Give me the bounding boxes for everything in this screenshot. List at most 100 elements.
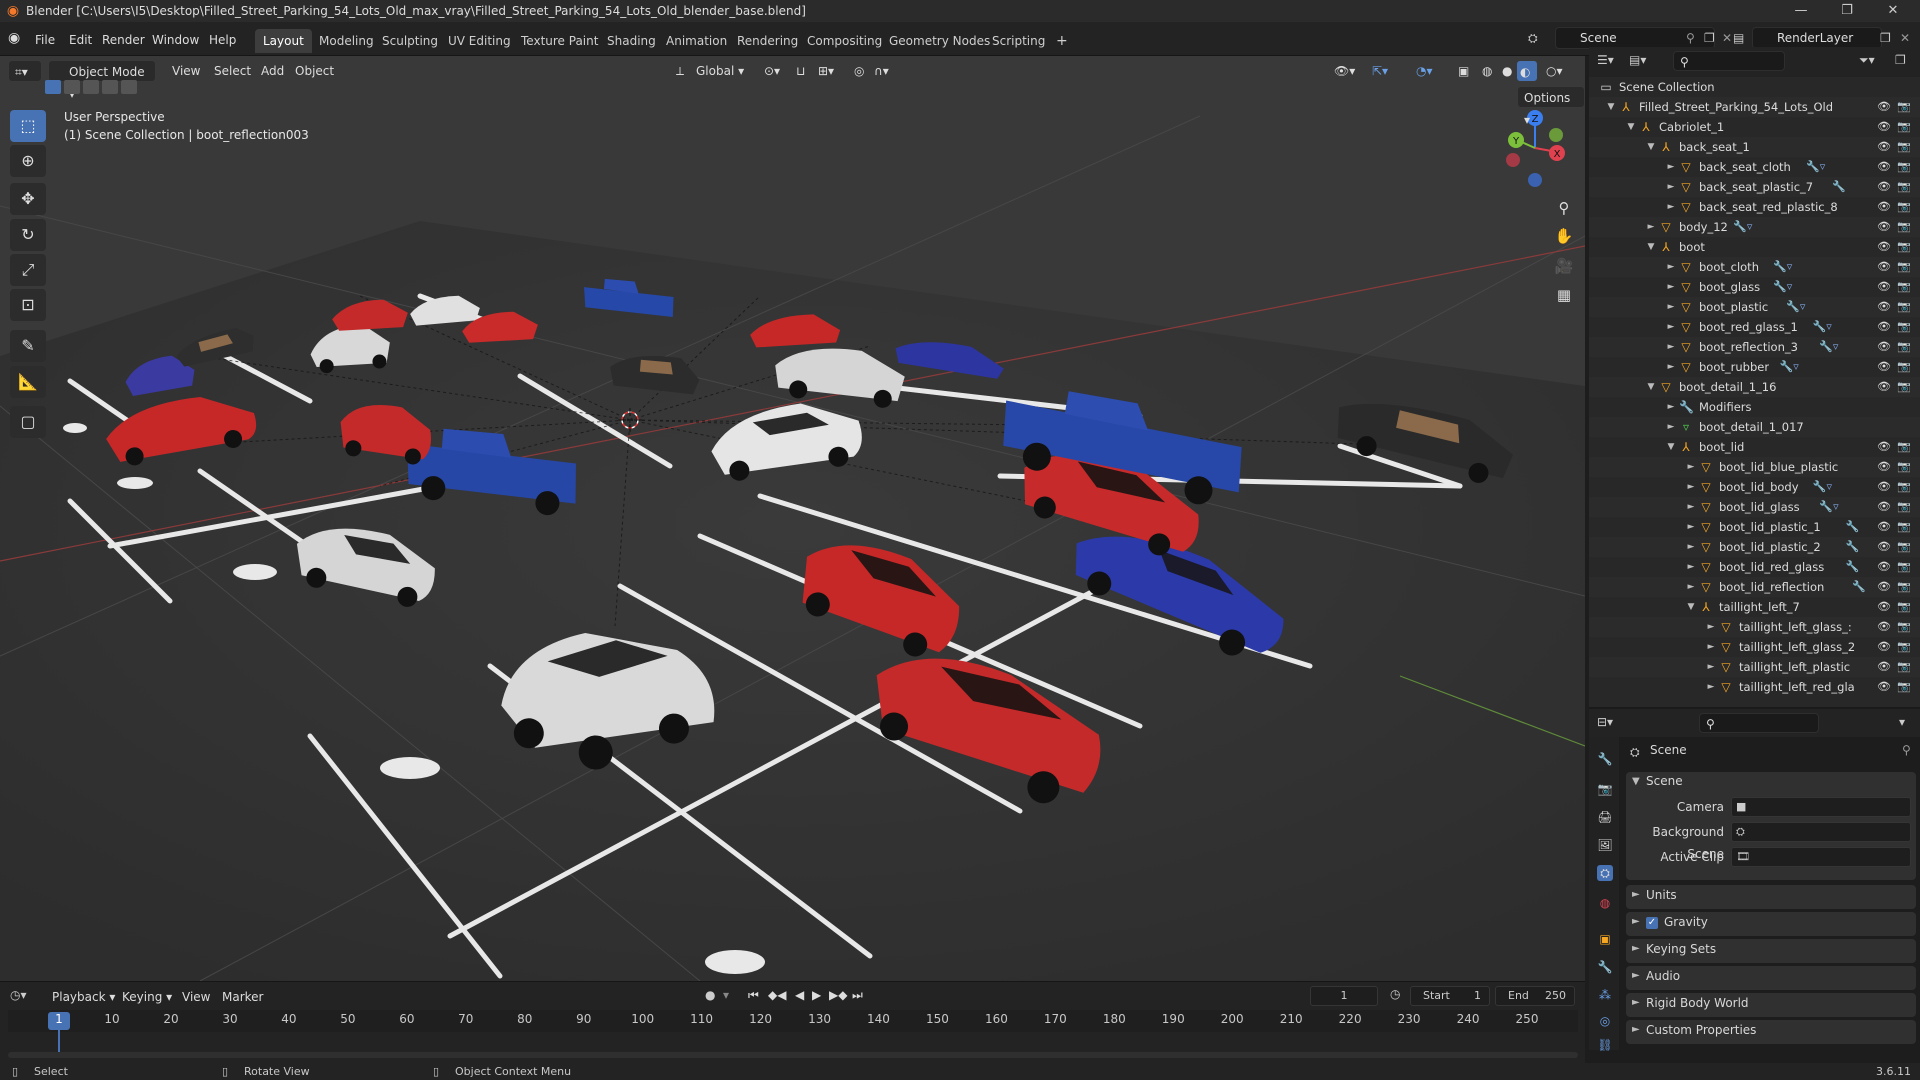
snap-target-icon[interactable]: ⊞▾ bbox=[812, 60, 840, 82]
camera-field[interactable]: ■ bbox=[1731, 797, 1911, 817]
outliner-row[interactable]: ► ▽ boot_reflection_3 🔧▿ 👁 📷 bbox=[1589, 337, 1920, 357]
tab-constraints-icon[interactable]: ⛓ bbox=[1597, 1037, 1613, 1053]
render-camera-icon[interactable]: 📷 bbox=[1897, 657, 1911, 677]
visibility-icon[interactable]: 👁▾ bbox=[1328, 60, 1361, 82]
outliner-row[interactable]: ► ▽ boot_cloth 🔧▿ 👁 📷 bbox=[1589, 257, 1920, 277]
render-camera-icon[interactable]: 📷 bbox=[1897, 277, 1911, 297]
outliner-row[interactable]: ► ▽ boot_lid_plastic_2 🔧 👁 📷 bbox=[1589, 537, 1920, 557]
tab-tool-icon[interactable]: 🔧 bbox=[1597, 751, 1613, 767]
chevron-right-icon[interactable]: ► bbox=[1665, 297, 1677, 317]
mode-selector[interactable]: Object Mode ▾ bbox=[48, 60, 156, 101]
render-camera-icon[interactable]: 📷 bbox=[1897, 337, 1911, 357]
transform-orientation-dropdown[interactable]: Global ▾ bbox=[690, 60, 750, 82]
modifier-icon[interactable]: 🔧▿ bbox=[1773, 277, 1792, 297]
blender-menu-icon[interactable]: ◉ bbox=[8, 30, 20, 46]
render-camera-icon[interactable]: 📷 bbox=[1897, 317, 1911, 337]
chevron-down-icon[interactable]: ▼ bbox=[1645, 137, 1657, 157]
render-camera-icon[interactable]: 📷 bbox=[1897, 537, 1911, 557]
delete-layer-icon[interactable]: ✕ bbox=[1900, 31, 1910, 45]
scene-panel-chevron-icon[interactable]: ▼ bbox=[1632, 776, 1640, 787]
chevron-right-icon[interactable]: ► bbox=[1705, 617, 1717, 637]
render-camera-icon[interactable]: 📷 bbox=[1897, 257, 1911, 277]
outliner-row[interactable]: ► ▽ taillight_left_glass_: 👁 📷 bbox=[1589, 617, 1920, 637]
chevron-down-icon[interactable]: ▼ bbox=[1685, 597, 1697, 617]
tab-layout[interactable]: Layout bbox=[255, 29, 312, 53]
select-mode-intersect-icon[interactable] bbox=[121, 80, 137, 94]
falloff-icon[interactable]: ∩▾ bbox=[868, 60, 895, 82]
render-camera-icon[interactable]: 📷 bbox=[1897, 477, 1911, 497]
visibility-eye-icon[interactable]: 👁 bbox=[1877, 557, 1891, 577]
visibility-eye-icon[interactable]: 👁 bbox=[1877, 257, 1891, 277]
pin-icon[interactable]: ⚲ bbox=[1902, 743, 1911, 757]
outliner-row[interactable]: ▭ Scene Collection bbox=[1589, 77, 1920, 97]
preview-range-icon[interactable]: ◷ bbox=[1390, 987, 1400, 1001]
tab-rendering[interactable]: Rendering bbox=[729, 29, 806, 53]
render-camera-icon[interactable]: 📷 bbox=[1897, 297, 1911, 317]
visibility-eye-icon[interactable]: 👁 bbox=[1877, 117, 1891, 137]
chevron-right-icon[interactable]: ► bbox=[1685, 497, 1697, 517]
viewport-menu-object[interactable]: Object bbox=[289, 60, 340, 82]
outliner-row[interactable]: ► ▽ back_seat_red_plastic_8 👁 📷 bbox=[1589, 197, 1920, 217]
transform-orientation-icon[interactable]: ⟂ bbox=[670, 60, 690, 82]
tab-object-icon[interactable]: ▣ bbox=[1597, 931, 1613, 947]
3d-viewport[interactable]: Z X Y bbox=[0, 56, 1585, 981]
outliner-row[interactable]: ▼ ⅄ back_seat_1 👁 📷 bbox=[1589, 137, 1920, 157]
jump-start-icon[interactable]: ⏮ bbox=[748, 988, 759, 1003]
tab-sculpting[interactable]: Sculpting bbox=[374, 29, 446, 53]
visibility-eye-icon[interactable]: 👁 bbox=[1877, 617, 1891, 637]
outliner-row[interactable]: ► ▽ taillight_left_plastic 👁 📷 bbox=[1589, 657, 1920, 677]
chevron-right-icon[interactable]: ► bbox=[1685, 517, 1697, 537]
cursor-tool-icon[interactable]: ⊕ bbox=[10, 145, 46, 177]
visibility-eye-icon[interactable]: 👁 bbox=[1877, 317, 1891, 337]
chevron-down-icon[interactable]: ▼ bbox=[1605, 97, 1617, 117]
active-clip-field[interactable]: 🎞 bbox=[1731, 847, 1911, 867]
pan-hand-icon[interactable]: ✋ bbox=[1551, 223, 1577, 249]
visibility-eye-icon[interactable]: 👁 bbox=[1877, 177, 1891, 197]
scene-icon[interactable]: ⛭ bbox=[1528, 31, 1538, 46]
visibility-eye-icon[interactable]: 👁 bbox=[1877, 237, 1891, 257]
tab-uv-editing[interactable]: UV Editing bbox=[440, 29, 519, 53]
visibility-eye-icon[interactable]: 👁 bbox=[1877, 677, 1891, 697]
chevron-right-icon[interactable]: ► bbox=[1665, 317, 1677, 337]
shading-material-icon[interactable]: ◐ bbox=[1516, 60, 1538, 82]
properties-search-input[interactable]: ⚲ bbox=[1699, 713, 1819, 733]
scale-tool-icon[interactable]: ⤢ bbox=[10, 254, 46, 286]
rigid-body-world-panel[interactable]: ► Rigid Body World bbox=[1626, 993, 1916, 1017]
modifier-icon[interactable]: 🔧▿ bbox=[1819, 497, 1838, 517]
chevron-down-icon[interactable]: ▼ bbox=[1625, 117, 1637, 137]
chevron-right-icon[interactable]: ► bbox=[1685, 577, 1697, 597]
render-camera-icon[interactable]: 📷 bbox=[1897, 557, 1911, 577]
visibility-eye-icon[interactable]: 👁 bbox=[1877, 457, 1891, 477]
current-frame-field[interactable]: 1 bbox=[1310, 986, 1378, 1006]
outliner-row[interactable]: ► ▽ back_seat_plastic_7 🔧 👁 📷 bbox=[1589, 177, 1920, 197]
overlay-toggle-icon[interactable]: ◔▾ bbox=[1410, 60, 1439, 82]
tab-scene-icon[interactable]: ⛭ bbox=[1597, 865, 1613, 881]
outliner-row[interactable]: ► ▽ body_12 🔧▿ 👁 📷 bbox=[1589, 217, 1920, 237]
outliner-row[interactable]: ► ▽ back_seat_cloth 🔧▿ 👁 📷 bbox=[1589, 157, 1920, 177]
outliner-row[interactable]: ► ▽ boot_lid_body 🔧▿ 👁 📷 bbox=[1589, 477, 1920, 497]
render-camera-icon[interactable]: 📷 bbox=[1897, 97, 1911, 117]
chevron-down-icon[interactable]: ▼ bbox=[1665, 437, 1677, 457]
end-frame-field[interactable]: End 250 bbox=[1495, 986, 1575, 1006]
render-camera-icon[interactable]: 📷 bbox=[1897, 637, 1911, 657]
modifier-icon[interactable]: 🔧 bbox=[1846, 557, 1860, 577]
outliner-row[interactable]: ▼ ▽ boot_detail_1_16 👁 📷 bbox=[1589, 377, 1920, 397]
menu-render[interactable]: Render bbox=[97, 30, 150, 50]
timeline-menu-keying[interactable]: Keying ▾ bbox=[116, 986, 178, 1008]
add-cube-tool-icon[interactable]: ▢ bbox=[10, 406, 46, 438]
add-workspace-icon[interactable]: + bbox=[1048, 29, 1076, 53]
units-panel[interactable]: ► Units bbox=[1626, 885, 1916, 909]
viewport-scene[interactable]: Z X Y bbox=[0, 56, 1585, 981]
render-camera-icon[interactable]: 📷 bbox=[1897, 577, 1911, 597]
render-camera-icon[interactable]: 📷 bbox=[1897, 217, 1911, 237]
minimize-icon[interactable]: — bbox=[1778, 0, 1824, 22]
chevron-down-icon[interactable]: ▼ bbox=[1645, 377, 1657, 397]
gizmo-toggle-icon[interactable]: ⇱▾ bbox=[1366, 60, 1394, 82]
prev-keyframe-icon[interactable]: ◆◀ bbox=[768, 988, 786, 1002]
keying-sets-panel[interactable]: ► Keying Sets bbox=[1626, 939, 1916, 963]
chevron-right-icon[interactable]: ► bbox=[1665, 357, 1677, 377]
outliner-row[interactable]: ▼ ⅄ taillight_left_7 👁 📷 bbox=[1589, 597, 1920, 617]
render-camera-icon[interactable]: 📷 bbox=[1897, 377, 1911, 397]
outliner[interactable]: ▭ Scene Collection ▼ ⅄ Filled_Street_Parking… bbox=[1589, 77, 1920, 707]
outliner-row[interactable]: ► ▽ boot_lid_reflection 🔧 👁 📷 bbox=[1589, 577, 1920, 597]
